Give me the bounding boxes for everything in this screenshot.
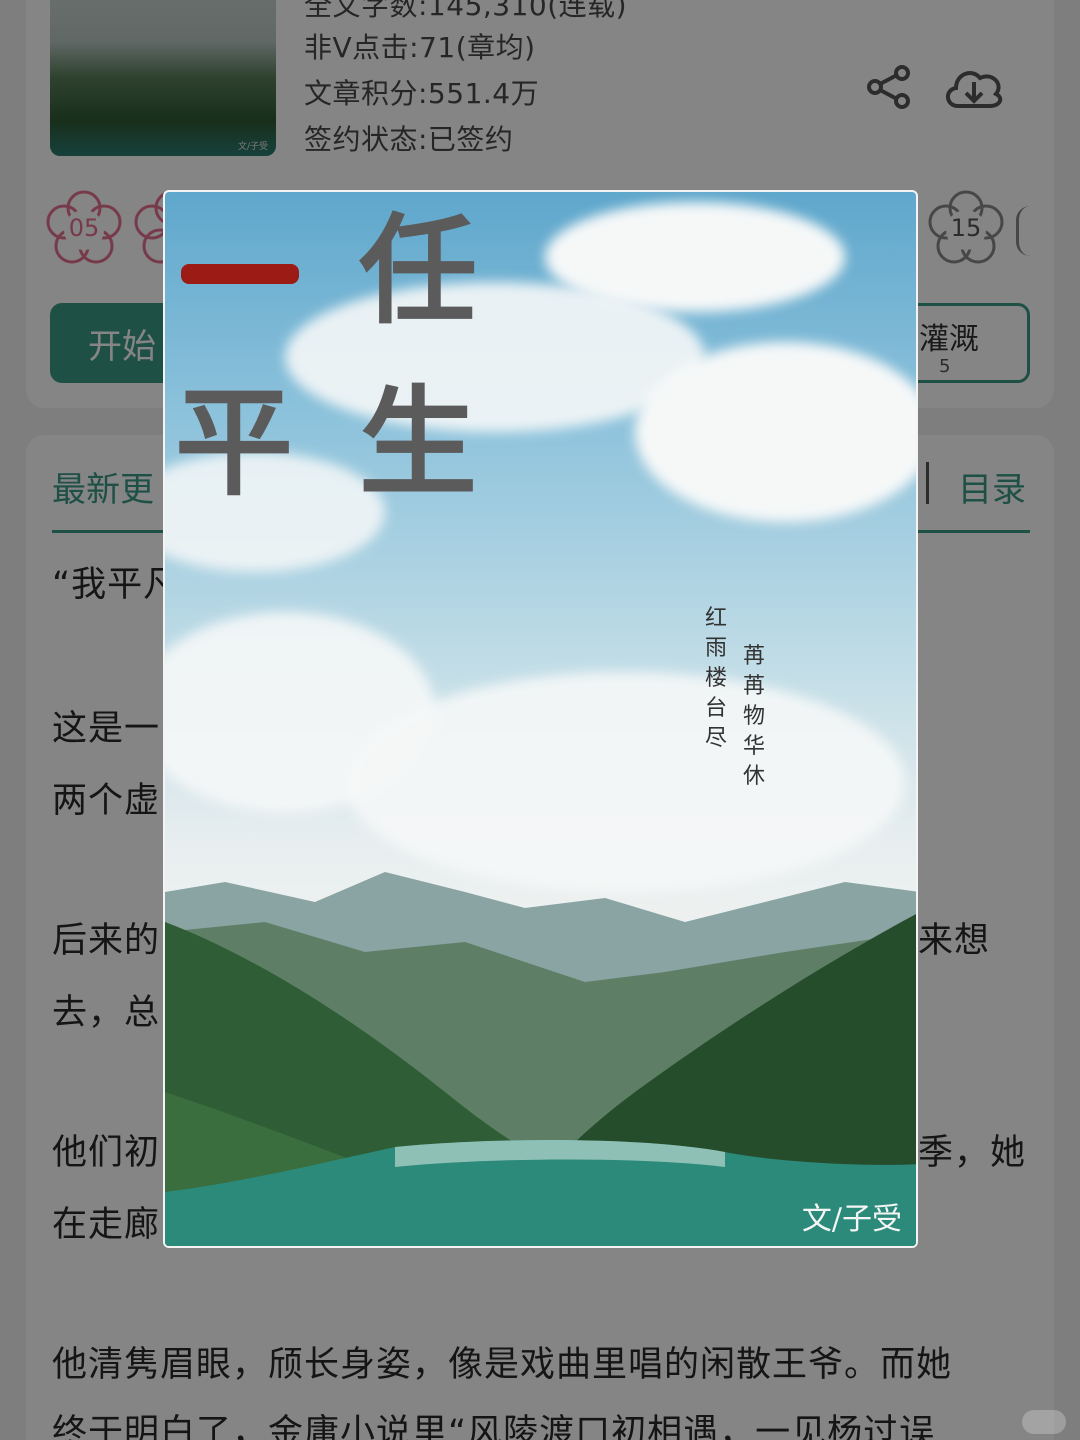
cover-poem-line-2: 苒 苒 物 华 休 [742,644,765,789]
cover-image-popup[interactable]: 任 平 生 红 雨 楼 台 尽 苒 苒 物 华 休 文/子受 [163,190,918,1248]
cover-title-stroke [181,264,299,284]
cover-title-char: 任 [359,201,478,340]
cover-author: 文/子受 [801,1202,902,1237]
cover-title-char: 生 [359,373,478,512]
watermark-badge [1022,1410,1066,1434]
mountain-lake-scene [165,872,916,1246]
cover-poem-line-1: 红 雨 楼 台 尽 [704,606,727,751]
cover-title-char: 平 [175,373,294,512]
